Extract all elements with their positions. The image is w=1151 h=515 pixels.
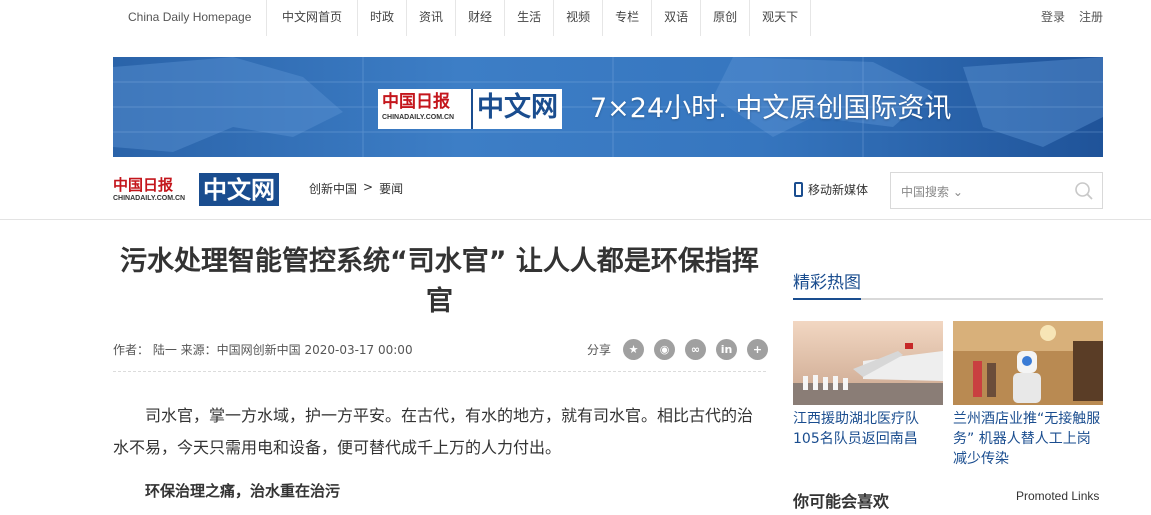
article-title: 污水处理智能管控系统“司水官” 让人人都是环保指挥官 [120, 246, 759, 317]
search-engine-label: 中国搜索 [901, 185, 950, 199]
breadcrumb-separator: > [363, 180, 374, 194]
breadcrumb-innovation[interactable]: 创新中国 [309, 180, 357, 197]
banner-slogan: 7×24小时. 中文原创国际资讯 [590, 93, 952, 124]
more-icon[interactable]: + [747, 339, 769, 360]
nav-link-world[interactable]: 观天下 [749, 0, 812, 36]
share-bar: 分享 ★ ◉ ∞ in + [587, 339, 769, 360]
meta-divider [113, 371, 766, 372]
banner-logo-cn: 中国日报 CHINADAILY.COM.CN [378, 89, 471, 129]
search-icon[interactable] [1074, 181, 1094, 201]
top-nav: China Daily Homepage 中文网首页 时政 资讯 财经 生活 视… [0, 0, 1151, 36]
banner-logo-zw: 中文网 [471, 89, 562, 129]
nav-link-video[interactable]: 视频 [553, 0, 602, 36]
hotel-photo-illustration [953, 321, 1103, 405]
channel-links: 中文网首页 时政 资讯 财经 生活 视频 专栏 双语 原创 观天下 [266, 0, 812, 36]
article-subheading: 环保治理之痛，治水重在治污 [145, 482, 341, 500]
article-meta: 作者： 陆一 来源：中国网创新中国 2020-03-17 00:00 [113, 343, 413, 357]
nav-link-columns[interactable]: 专栏 [602, 0, 651, 36]
site-logo-cn: 中国日报 CHINADAILY.COM.CN [113, 176, 199, 204]
banner-logo: 中国日报 CHINADAILY.COM.CN 中文网 [378, 89, 562, 129]
site-logo-zw: 中文网 [199, 173, 279, 206]
linkedin-icon[interactable]: in [716, 339, 738, 360]
register-link[interactable]: 注册 [1079, 0, 1103, 36]
nav-link-politics[interactable]: 时政 [357, 0, 406, 36]
nav-link-bilingual[interactable]: 双语 [651, 0, 700, 36]
banner-logo-url: CHINADAILY.COM.CN [382, 114, 455, 121]
hot-pictures-heading: 精彩热图 [793, 270, 1103, 300]
user-links: 登录 注册 [1041, 0, 1103, 36]
mobile-media-link[interactable]: 移动新媒体 [794, 181, 868, 198]
share-label: 分享 [587, 343, 612, 357]
search-engine-select[interactable]: 中国搜索 ⌄ [901, 183, 963, 200]
china-daily-home-link[interactable]: China Daily Homepage [113, 0, 266, 36]
banner-logo-cn-text: 中国日报 [382, 92, 450, 112]
photo-caption-robot-service[interactable]: 兰州酒店业推“无接触服务” 机器人替人工上岗减少传染 [953, 409, 1103, 469]
photo-card-medical-team[interactable]: 江西援助湖北医疗队105名队员返回南昌 [793, 321, 943, 449]
mobile-media-label: 移动新媒体 [808, 183, 869, 197]
qzone-icon[interactable]: ★ [623, 339, 645, 360]
login-link[interactable]: 登录 [1041, 0, 1065, 36]
site-logo[interactable]: 中国日报 CHINADAILY.COM.CN 中文网 [113, 173, 279, 206]
search-input[interactable] [961, 179, 1061, 203]
site-logo-cn-text: 中国日报 [113, 175, 174, 194]
breadcrumb: 创新中国 > 要闻 [309, 180, 403, 197]
nav-link-news[interactable]: 资讯 [406, 0, 455, 36]
hot-pictures-title: 精彩热图 [793, 270, 861, 300]
photo-robot-service[interactable] [953, 321, 1103, 405]
search-box: 中国搜索 ⌄ [890, 172, 1103, 209]
photo-medical-team[interactable] [793, 321, 943, 405]
photo-caption-medical-team[interactable]: 江西援助湖北医疗队105名队员返回南昌 [793, 409, 943, 449]
airport-photo-illustration [793, 321, 943, 405]
article-paragraph: 司水官，掌一方水域，护一方平安。在古代，有水的地方，就有司水官。相比古代的治水不… [113, 406, 754, 457]
nav-link-original[interactable]: 原创 [700, 0, 749, 36]
photo-card-robot-service[interactable]: 兰州酒店业推“无接触服务” 机器人替人工上岗减少传染 [953, 321, 1103, 469]
phone-icon [794, 182, 803, 197]
weibo-icon[interactable]: ◉ [654, 339, 676, 360]
wechat-icon[interactable]: ∞ [685, 339, 707, 360]
site-header: 中国日报 CHINADAILY.COM.CN 中文网 创新中国 > 要闻 移动新… [0, 160, 1151, 220]
banner[interactable]: 中国日报 CHINADAILY.COM.CN 中文网 7×24小时. 中文原创国… [113, 57, 1103, 157]
nav-link-finance[interactable]: 财经 [455, 0, 504, 36]
site-logo-url: CHINADAILY.COM.CN [113, 194, 186, 202]
nav-link-life[interactable]: 生活 [504, 0, 553, 36]
you-may-like-heading: 你可能会喜欢 [793, 492, 890, 511]
promoted-links-label[interactable]: Promoted Links [1016, 489, 1099, 503]
breadcrumb-headlines[interactable]: 要闻 [379, 180, 403, 197]
nav-link-home[interactable]: 中文网首页 [266, 0, 357, 36]
